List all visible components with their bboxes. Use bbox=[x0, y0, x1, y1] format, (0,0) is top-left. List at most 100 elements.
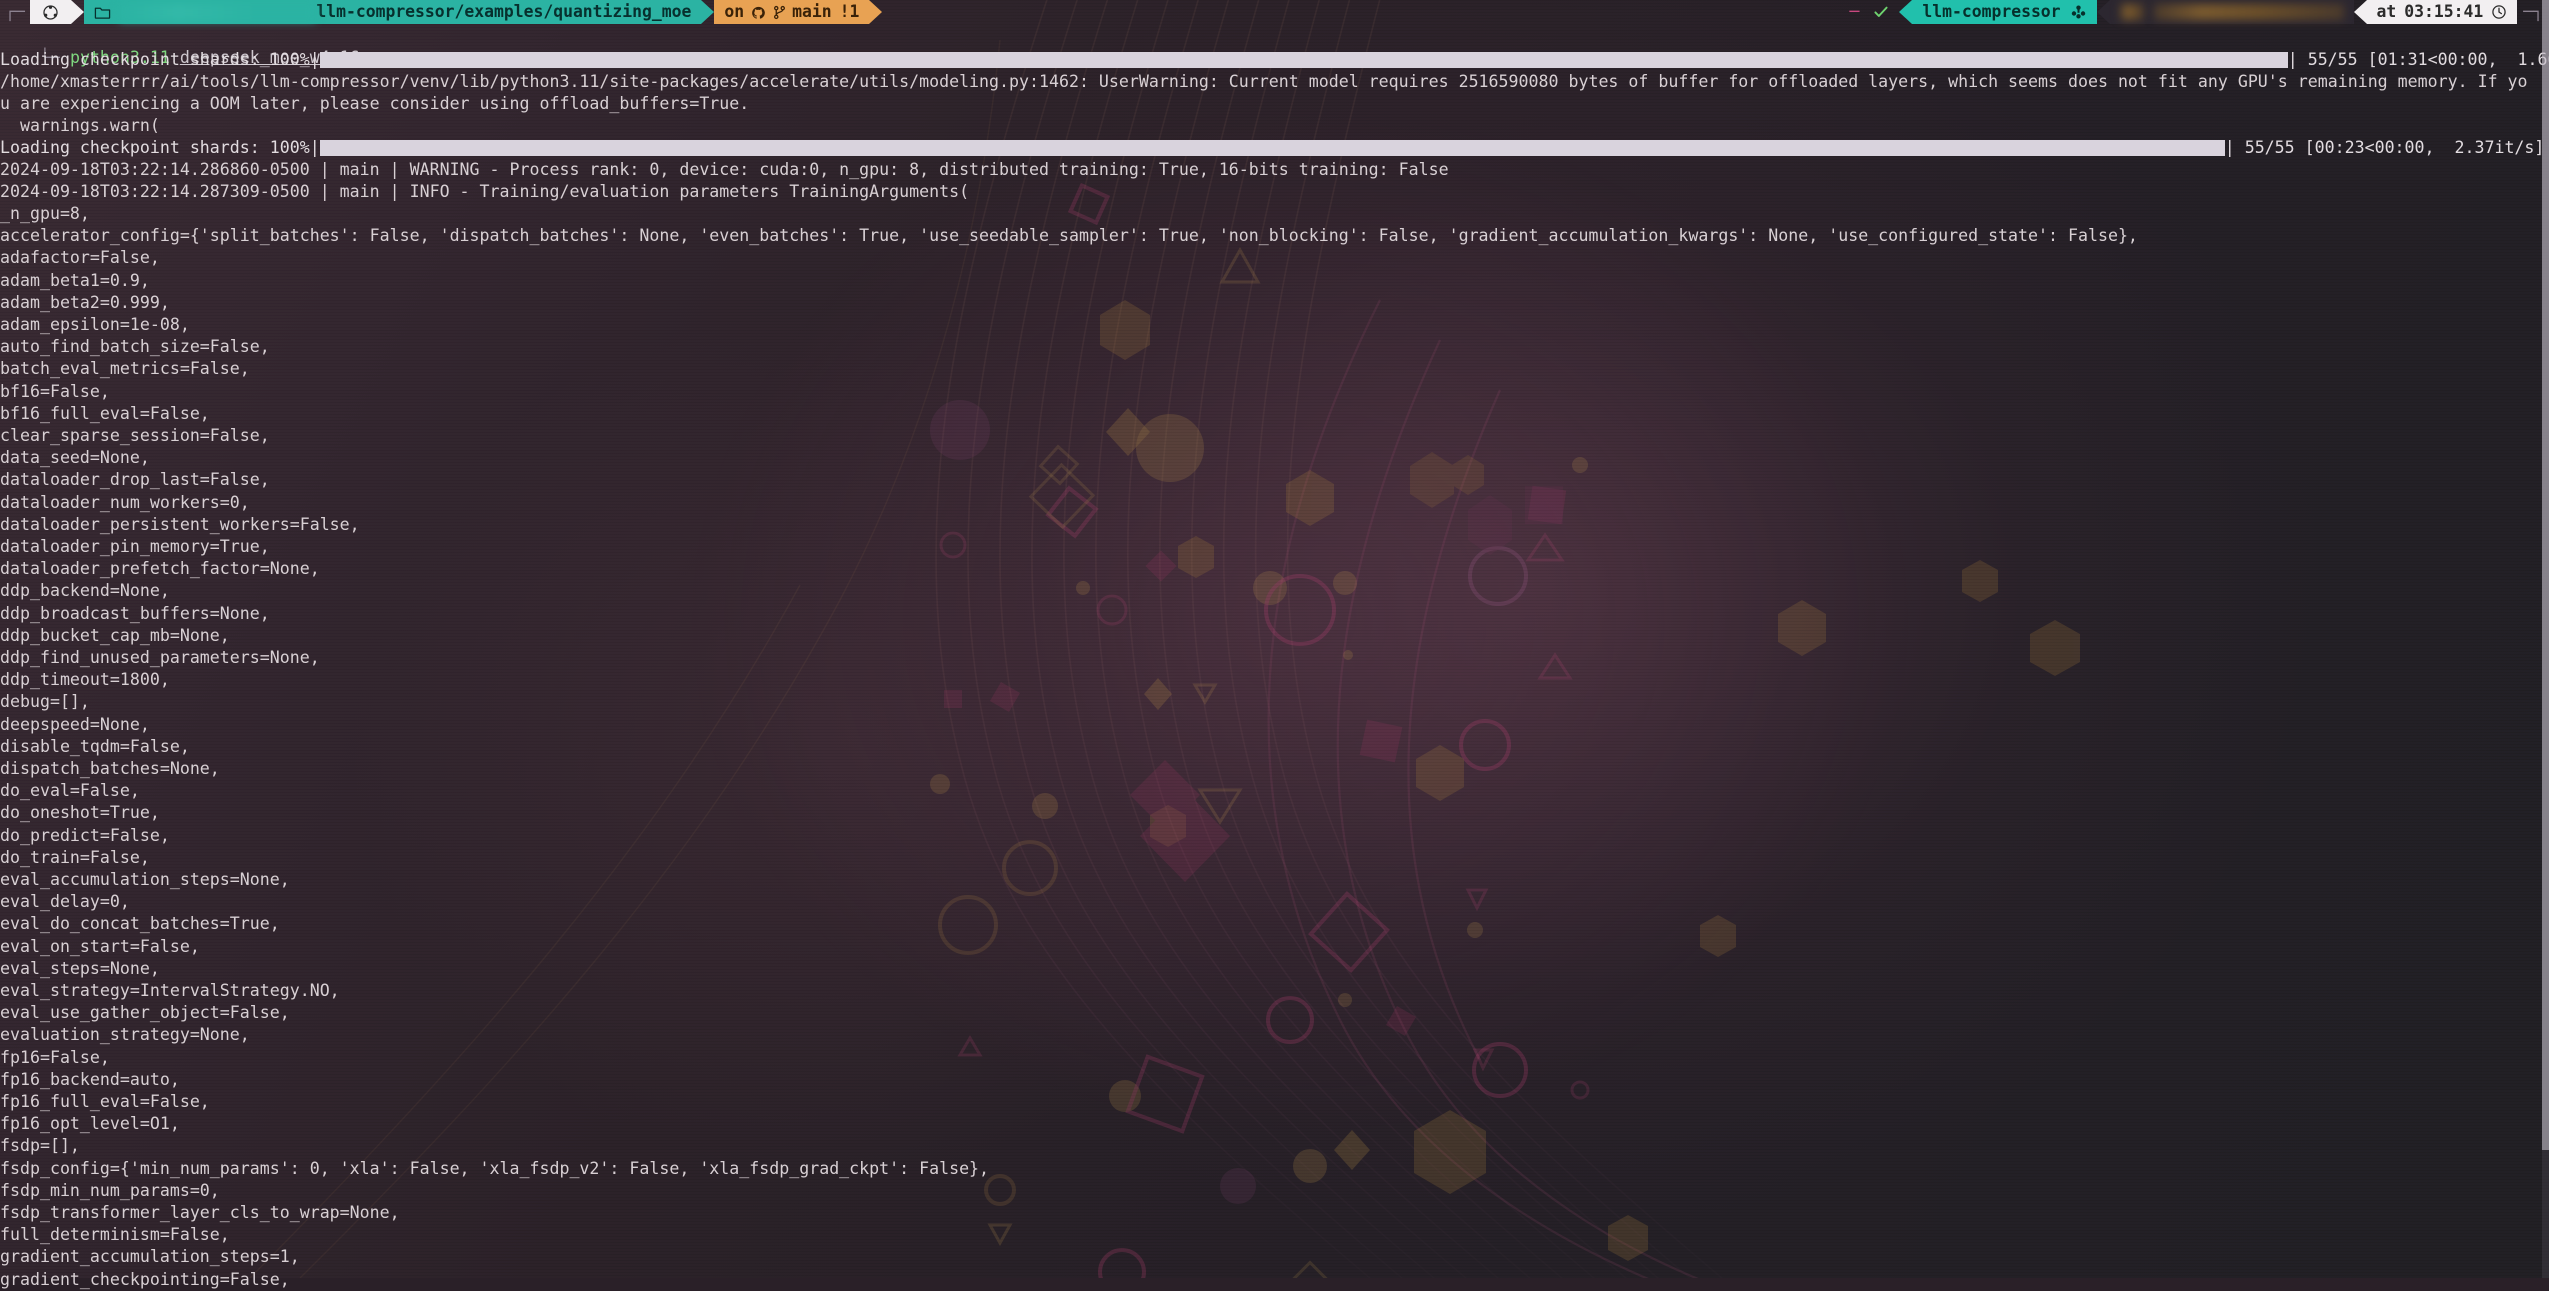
cwd-path-redacted: xmasterrrr/ai/tools/ bbox=[119, 4, 316, 21]
git-branch-icon bbox=[773, 5, 786, 20]
github-icon bbox=[750, 5, 767, 20]
progress-tail-1: | 55/55 [01:31<00:00, 1.66s/it] bbox=[2288, 49, 2549, 71]
training-argument-line: accelerator_config={'split_batches': Fal… bbox=[0, 225, 2138, 247]
clock-segment: at 03:15:41 bbox=[2367, 0, 2518, 24]
prompt-separator-3 bbox=[869, 0, 882, 24]
progress-bar-fill-2 bbox=[320, 140, 2225, 156]
prompt-divider-dash: ─ bbox=[1846, 0, 1864, 24]
host-prefix-redacted: with bbox=[2120, 4, 2144, 20]
warning-line-2: u are experiencing a OOM later, please c… bbox=[0, 93, 749, 115]
training-argument-line: gradient_accumulation_steps=1, bbox=[0, 1246, 300, 1268]
prompt-frame-corner: ┌─ bbox=[0, 0, 30, 24]
training-argument-line: batch_eval_metrics=False, bbox=[0, 358, 250, 380]
prompt-right-group: ─ llm-compressor withxmasterrrr@g bbox=[1846, 0, 2549, 24]
ubuntu-icon bbox=[42, 4, 59, 21]
training-argument-line: eval_steps=None, bbox=[0, 958, 160, 980]
training-argument-line: evaluation_strategy=None, bbox=[0, 1024, 250, 1046]
git-prefix-label: on bbox=[724, 0, 744, 24]
training-argument-line: fsdp_transformer_layer_cls_to_wrap=None, bbox=[0, 1202, 400, 1224]
log-line: 2024-09-18T03:22:14.286860-0500 | main |… bbox=[0, 159, 1449, 181]
prompt-left-group: ┌─ xmasterrrr/ai/tools/llm-compressor/ex… bbox=[0, 0, 882, 24]
training-argument-line: ddp_backend=None, bbox=[0, 580, 170, 602]
log-line: 2024-09-18T03:22:14.287309-0500 | main |… bbox=[0, 181, 969, 203]
prompt-separator-4 bbox=[1899, 0, 1912, 24]
training-argument-line: fp16_backend=auto, bbox=[0, 1069, 180, 1091]
training-argument-line: dataloader_persistent_workers=False, bbox=[0, 514, 360, 536]
prompt-separator-5 bbox=[2097, 0, 2110, 24]
virtualenv-label: llm-compressor bbox=[1922, 0, 2060, 24]
cwd-path-visible: llm-compressor/examples/quantizing_moe bbox=[316, 0, 691, 24]
progress-bar-row-2: Loading checkpoint shards: 100%|| 55/55 … bbox=[0, 137, 2544, 159]
host-segment: with xmasterrrr@gpu-server bbox=[2110, 0, 2354, 24]
terminal-scrollbar[interactable] bbox=[2542, 0, 2549, 1278]
training-argument-line: adafactor=False, bbox=[0, 247, 160, 269]
host-name-redacted: xmasterrrr@gpu-server bbox=[2154, 4, 2344, 20]
check-icon bbox=[1873, 4, 1889, 20]
progress-percent-2: 100% bbox=[270, 137, 310, 159]
terminal-output-area[interactable]: ┌─ xmasterrrr/ai/tools/llm-compressor/ex… bbox=[0, 0, 2549, 1278]
training-argument-line: bf16_full_eval=False, bbox=[0, 403, 210, 425]
time-value: 03:15:41 bbox=[2404, 0, 2483, 24]
training-argument-line: ddp_broadcast_buffers=None, bbox=[0, 603, 270, 625]
prompt-separator-1 bbox=[71, 0, 84, 24]
cwd-path-segment[interactable]: xmasterrrr/ai/tools/llm-compressor/examp… bbox=[84, 0, 701, 24]
git-branch-segment[interactable]: on main !1 bbox=[714, 0, 869, 24]
training-argument-line: do_train=False, bbox=[0, 847, 150, 869]
training-argument-line: fp16=False, bbox=[0, 1047, 110, 1069]
training-argument-line: bf16=False, bbox=[0, 381, 110, 403]
time-prefix-label: at bbox=[2377, 0, 2397, 24]
progress-label-1: Loading checkpoint shards: bbox=[0, 49, 260, 71]
training-argument-line: ddp_timeout=1800, bbox=[0, 669, 170, 691]
training-argument-line: dispatch_batches=None, bbox=[0, 758, 220, 780]
git-dirty-marker: !1 bbox=[840, 0, 860, 24]
training-argument-line: eval_accumulation_steps=None, bbox=[0, 869, 290, 891]
training-argument-line: fp16_full_eval=False, bbox=[0, 1091, 210, 1113]
virtualenv-segment[interactable]: llm-compressor bbox=[1912, 0, 2096, 24]
clock-icon bbox=[2491, 4, 2507, 20]
progress-label-2: Loading checkpoint shards: bbox=[0, 137, 260, 159]
training-argument-line: fp16_opt_level=O1, bbox=[0, 1113, 180, 1135]
training-argument-line: _n_gpu=8, bbox=[0, 203, 90, 225]
folder-icon bbox=[94, 5, 111, 20]
prompt-separator-2 bbox=[701, 0, 714, 24]
training-argument-line: ddp_find_unused_parameters=None, bbox=[0, 647, 320, 669]
python-icon bbox=[2070, 4, 2087, 21]
training-argument-line: ddp_bucket_cap_mb=None, bbox=[0, 625, 230, 647]
training-argument-line: disable_tqdm=False, bbox=[0, 736, 190, 758]
training-argument-line: eval_delay=0, bbox=[0, 891, 130, 913]
training-argument-line: dataloader_prefetch_factor=None, bbox=[0, 558, 320, 580]
progress-bar-row-1: Loading checkpoint shards: 100%|| 55/55 … bbox=[0, 49, 2549, 71]
training-argument-line: eval_do_concat_batches=True, bbox=[0, 913, 280, 935]
progress-tail-2: | 55/55 [00:23<00:00, 2.37it/s] bbox=[2225, 137, 2545, 159]
training-argument-line: full_determinism=False, bbox=[0, 1224, 230, 1246]
training-argument-line: debug=[], bbox=[0, 691, 90, 713]
warning-line-3: warnings.warn( bbox=[0, 115, 160, 137]
training-argument-line: adam_epsilon=1e-08, bbox=[0, 314, 190, 336]
training-argument-line: fsdp_config={'min_num_params': 0, 'xla':… bbox=[0, 1158, 989, 1180]
training-argument-line: fsdp=[], bbox=[0, 1135, 80, 1157]
training-argument-line: adam_beta2=0.999, bbox=[0, 292, 170, 314]
training-argument-line: eval_strategy=IntervalStrategy.NO, bbox=[0, 980, 340, 1002]
training-argument-line: do_eval=False, bbox=[0, 780, 140, 802]
terminal-scrollbar-thumb[interactable] bbox=[2542, 0, 2549, 1150]
training-argument-line: do_predict=False, bbox=[0, 825, 170, 847]
training-argument-line: dataloader_pin_memory=True, bbox=[0, 536, 270, 558]
training-argument-line: clear_sparse_session=False, bbox=[0, 425, 270, 447]
progress-percent-1: 100% bbox=[270, 49, 310, 71]
warning-line-1: /home/xmasterrrr/ai/tools/llm-compressor… bbox=[0, 71, 2528, 93]
training-argument-line: eval_on_start=False, bbox=[0, 936, 200, 958]
os-logo-segment bbox=[30, 0, 71, 24]
training-argument-line: dataloader_drop_last=False, bbox=[0, 469, 270, 491]
progress-bar-fill-1 bbox=[320, 52, 2288, 68]
training-argument-line: dataloader_num_workers=0, bbox=[0, 492, 250, 514]
training-argument-line: gradient_checkpointing=False, bbox=[0, 1269, 290, 1291]
shell-prompt-bar: ┌─ xmasterrrr/ai/tools/llm-compressor/ex… bbox=[0, 0, 2549, 24]
training-argument-line: auto_find_batch_size=False, bbox=[0, 336, 270, 358]
training-argument-line: deepspeed=None, bbox=[0, 714, 150, 736]
training-argument-line: eval_use_gather_object=False, bbox=[0, 1002, 290, 1024]
training-argument-line: fsdp_min_num_params=0, bbox=[0, 1180, 220, 1202]
training-argument-line: data_seed=None, bbox=[0, 447, 150, 469]
training-argument-line: adam_beta1=0.9, bbox=[0, 270, 150, 292]
git-branch-name: main bbox=[792, 0, 831, 24]
exit-status-segment bbox=[1863, 0, 1899, 24]
